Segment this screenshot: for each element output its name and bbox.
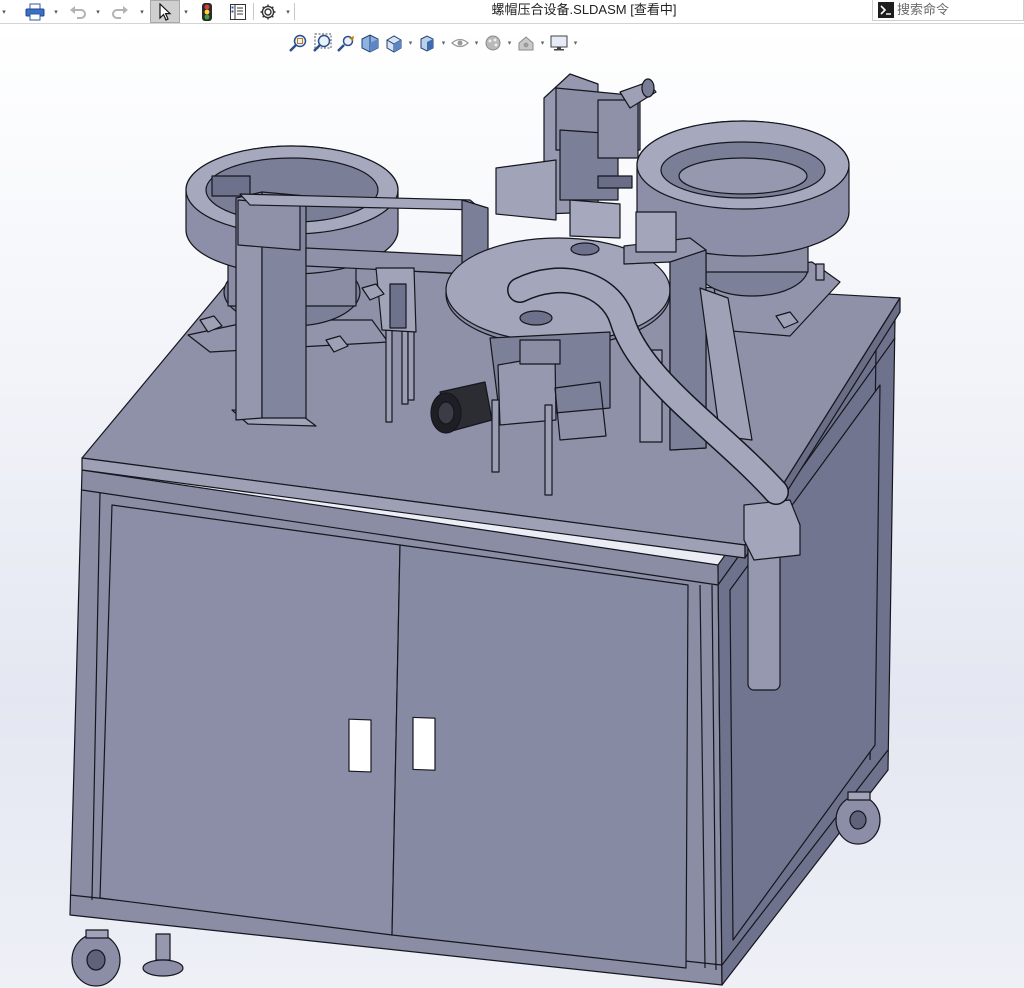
- search-input[interactable]: [897, 0, 1019, 19]
- redo-button[interactable]: [108, 0, 132, 23]
- linear-slide-module[interactable]: [375, 267, 417, 333]
- rebuild-traffic-light-icon: [202, 2, 212, 21]
- print-button[interactable]: [22, 0, 48, 23]
- options-gear-icon: [260, 4, 276, 19]
- toolbar-separator: [294, 3, 295, 20]
- print-arrow[interactable]: ▾: [52, 0, 60, 23]
- undo-arrow[interactable]: ▾: [94, 0, 102, 23]
- quick-access-arrow[interactable]: ▾: [0, 0, 8, 23]
- left-door-handle[interactable]: [348, 718, 372, 773]
- select-pointer-icon: [159, 2, 172, 21]
- redo-icon: [112, 5, 128, 19]
- redo-arrow[interactable]: ▾: [138, 0, 146, 23]
- rebuild-button[interactable]: [196, 0, 218, 23]
- right-door-handle[interactable]: [412, 716, 436, 771]
- undo-button[interactable]: [66, 0, 90, 23]
- options-arrow[interactable]: ▾: [284, 0, 292, 23]
- options-button[interactable]: [256, 0, 280, 23]
- search-commands-box[interactable]: [872, 0, 1024, 21]
- toolbar-separator: [253, 3, 254, 20]
- document-title: 螺帽压合设备.SLDASM [查看中]: [491, 2, 677, 17]
- title-bar: ▾ ▾ ▾ ▾ ▾ ▾ 螺帽压合设备.SLDASM [查看中] 搜索命令: [0, 0, 1024, 24]
- select-arrow[interactable]: ▾: [182, 0, 190, 23]
- file-properties-button[interactable]: [226, 0, 250, 23]
- press-head-assembly[interactable]: [495, 73, 657, 239]
- model-3d-view[interactable]: [0, 24, 1024, 988]
- select-button[interactable]: [150, 0, 180, 23]
- caster-wheel: [71, 929, 121, 987]
- leveling-foot: [142, 933, 184, 977]
- undo-icon: [70, 5, 86, 19]
- file-properties-icon: [230, 3, 246, 20]
- command-prompt-icon: [878, 2, 894, 18]
- cabinet-right-door[interactable]: [391, 544, 689, 969]
- print-icon: [25, 3, 45, 20]
